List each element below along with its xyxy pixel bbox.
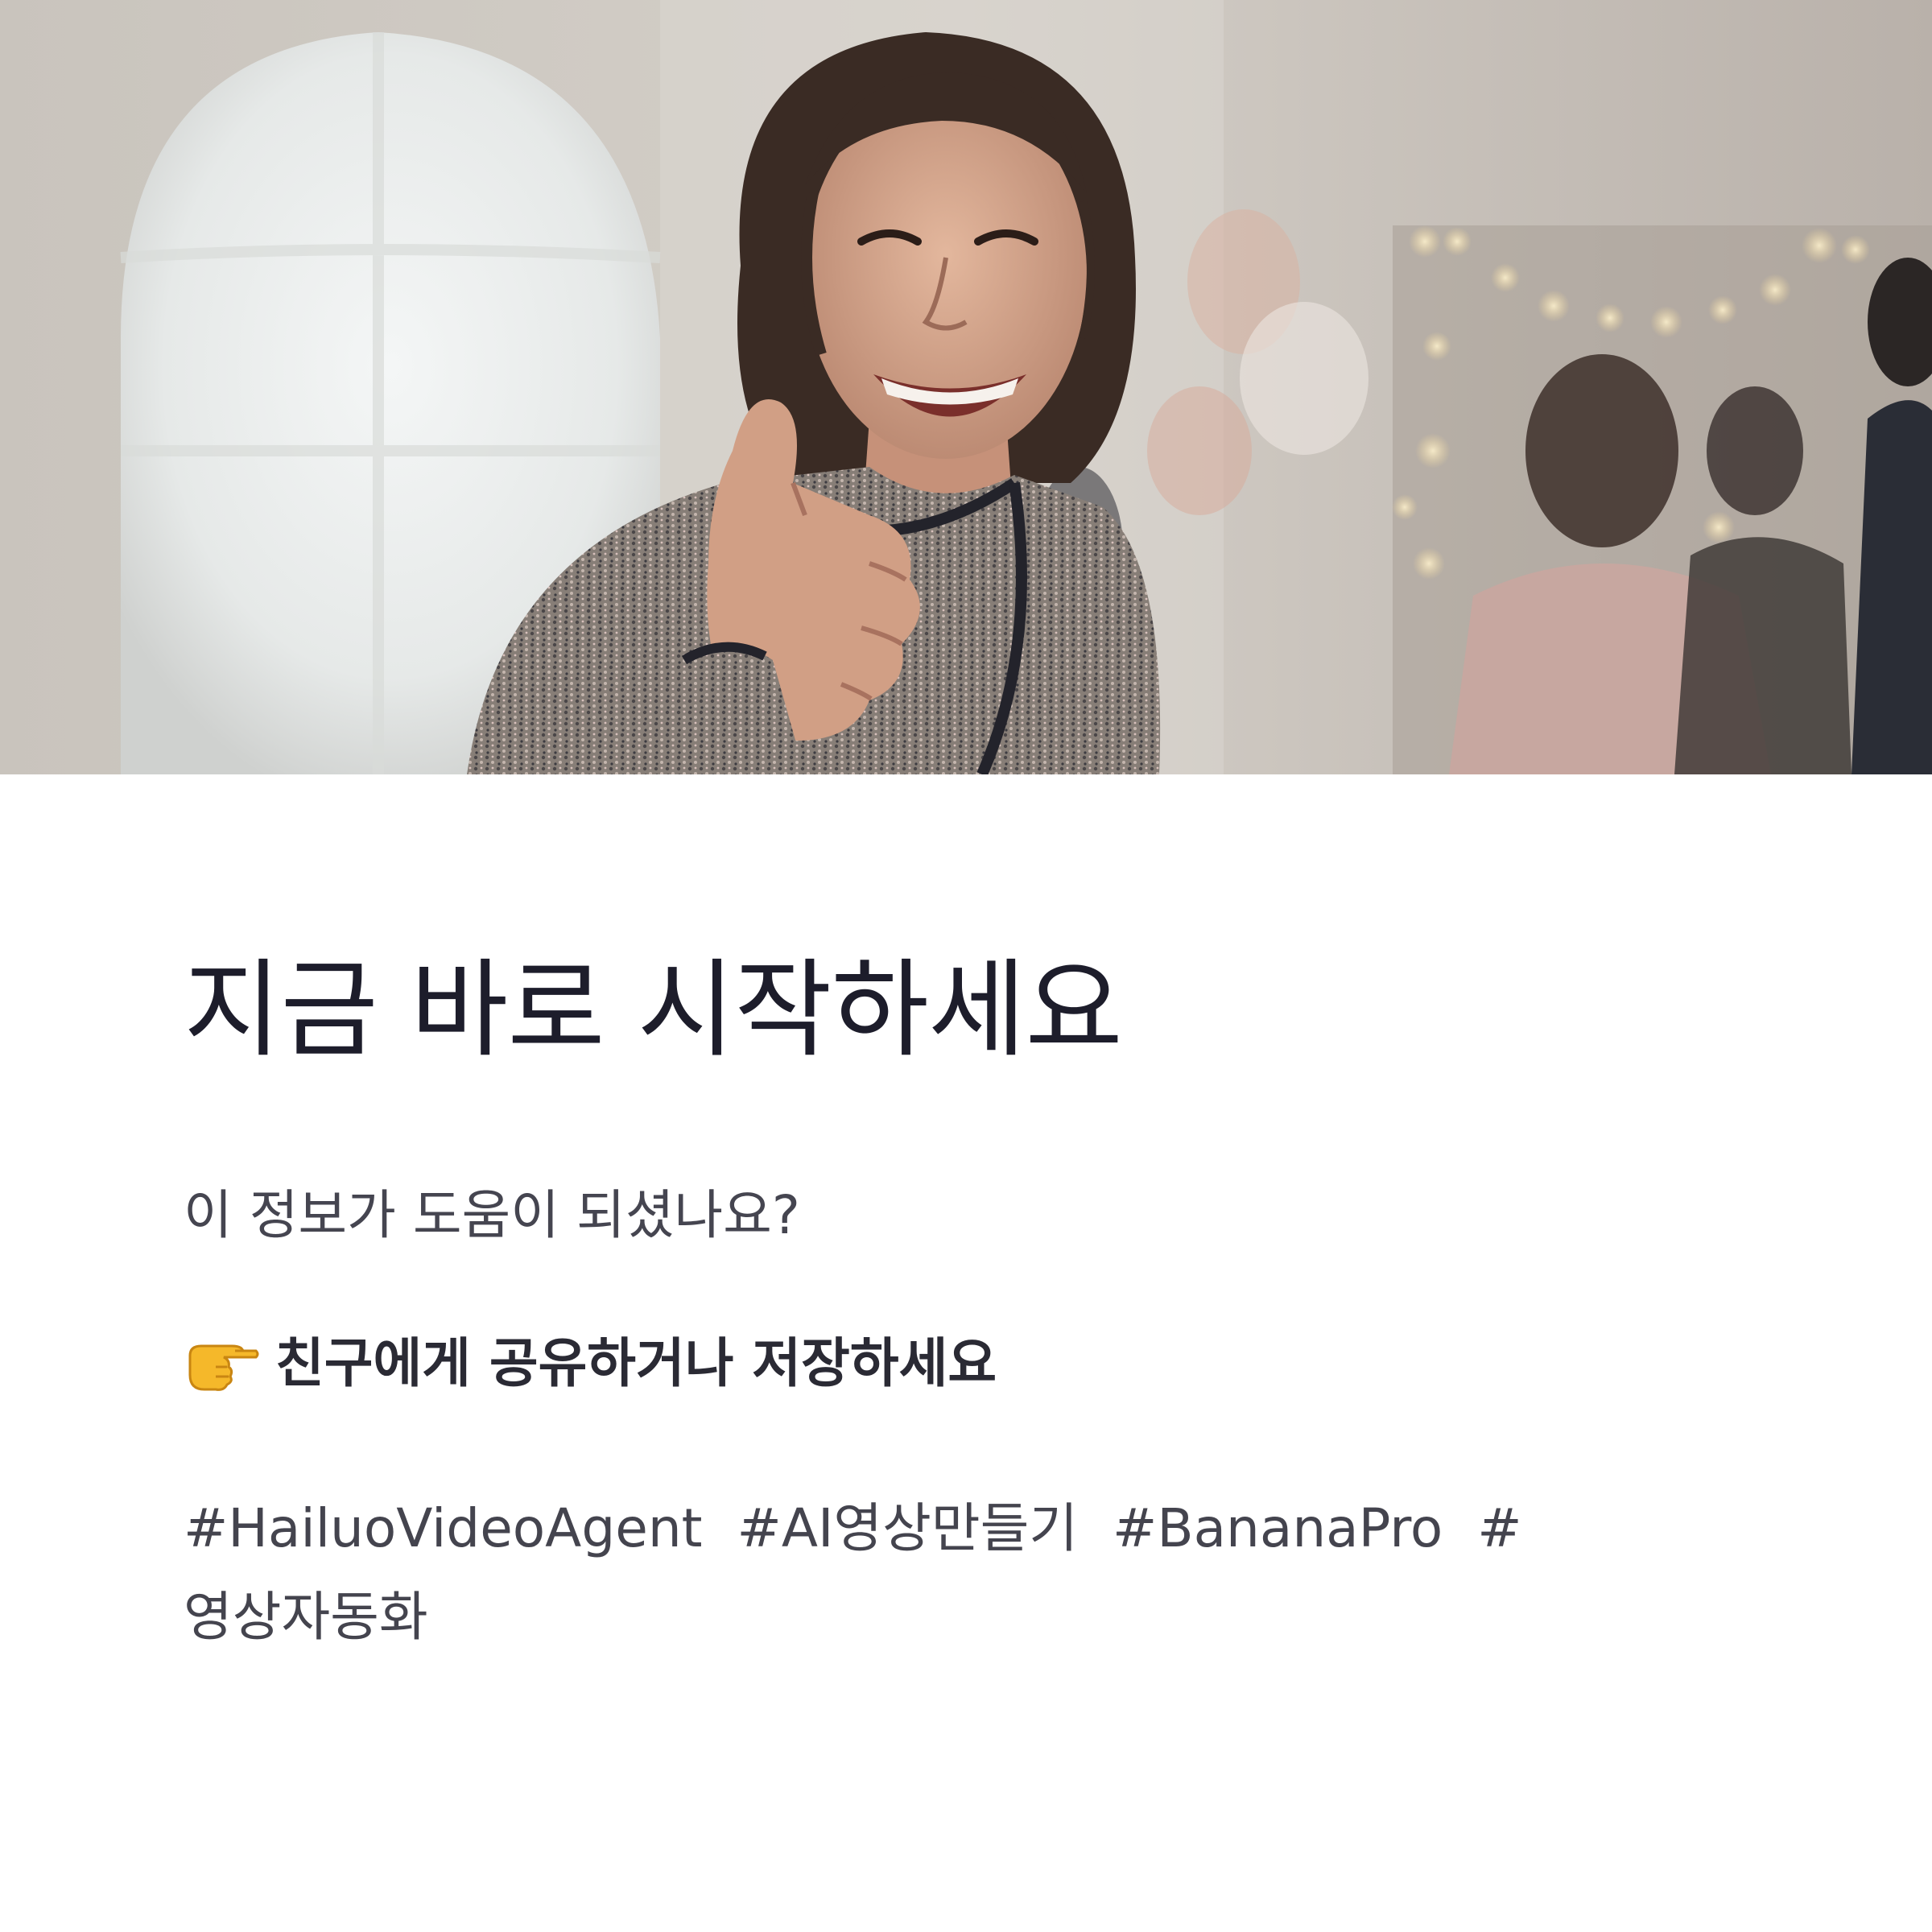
feedback-question: 이 정보가 도움이 되셨나요?	[184, 1184, 800, 1246]
share-cta: 친구에게 공유하거나 저장하세요	[184, 1331, 1777, 1396]
page-title: 지금 바로 시작하세요	[184, 948, 1123, 1072]
content-section: 지금 바로 시작하세요 이 정보가 도움이 되셨나요? 친구에게 공유하거나 저…	[184, 950, 1777, 1662]
hashtag[interactable]: #HailuoVideoAgent	[184, 1497, 703, 1559]
pointing-hand-icon	[184, 1331, 261, 1396]
hero-illustration	[0, 0, 1932, 774]
hero-photo	[0, 0, 1932, 774]
hashtag-list: #HailuoVideoAgent #AI영상만들기 #BananaPro #영…	[184, 1484, 1761, 1662]
share-cta-label: 친구에게 공유하거나 저장하세요	[275, 1332, 997, 1394]
hashtag[interactable]: #BananaPro	[1113, 1497, 1443, 1559]
page: 지금 바로 시작하세요 이 정보가 도움이 되셨나요? 친구에게 공유하거나 저…	[0, 0, 1932, 1932]
hashtag[interactable]: #AI영상만들기	[737, 1497, 1079, 1559]
